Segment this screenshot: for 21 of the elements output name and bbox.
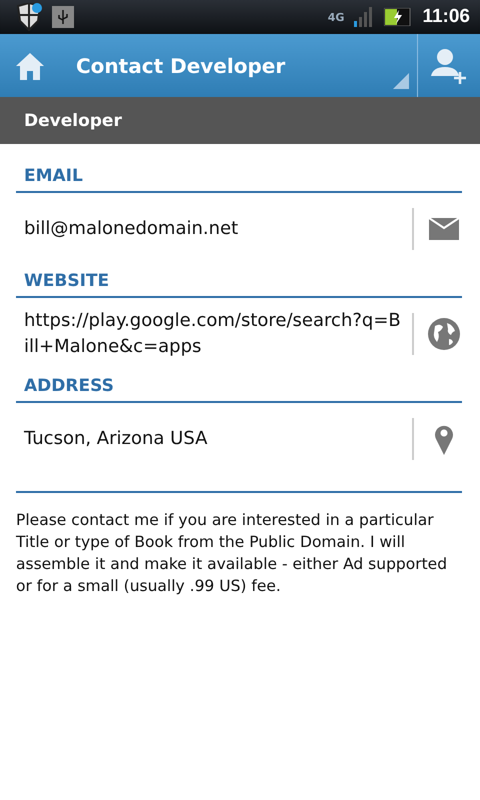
signal-icon bbox=[354, 7, 374, 27]
description-text: Please contact me if you are interested in a particular Title or type of Book from the Public Domain. I will assemble it and make it available - either Ad supported or for a small (usually .99 US) fee. bbox=[16, 510, 448, 597]
battery-icon bbox=[384, 8, 412, 26]
field-label: WEBSITE bbox=[16, 267, 462, 298]
mail-icon[interactable] bbox=[429, 218, 459, 240]
shield-icon bbox=[16, 3, 42, 31]
field-value: Tucson, Arizona USA bbox=[24, 427, 208, 451]
home-icon[interactable] bbox=[14, 50, 46, 80]
field-label: EMAIL bbox=[16, 162, 462, 193]
clock-time: 11:06 bbox=[422, 6, 470, 28]
globe-icon[interactable] bbox=[427, 317, 461, 351]
field-value: bill@malonedomain.net bbox=[24, 217, 240, 241]
field-label: ADDRESS bbox=[16, 372, 462, 403]
field-value: https://play.google.com/store/search?q=Bill+Malone&c=apps bbox=[24, 309, 402, 359]
dropdown-corner-icon[interactable] bbox=[393, 73, 409, 89]
network-type: 4G bbox=[328, 10, 344, 24]
add-person-icon[interactable] bbox=[431, 48, 467, 84]
section-title: Developer bbox=[24, 110, 122, 130]
usb-icon bbox=[52, 6, 74, 28]
screen-title: Contact Developer bbox=[76, 54, 286, 78]
map-pin-icon[interactable] bbox=[434, 423, 454, 455]
